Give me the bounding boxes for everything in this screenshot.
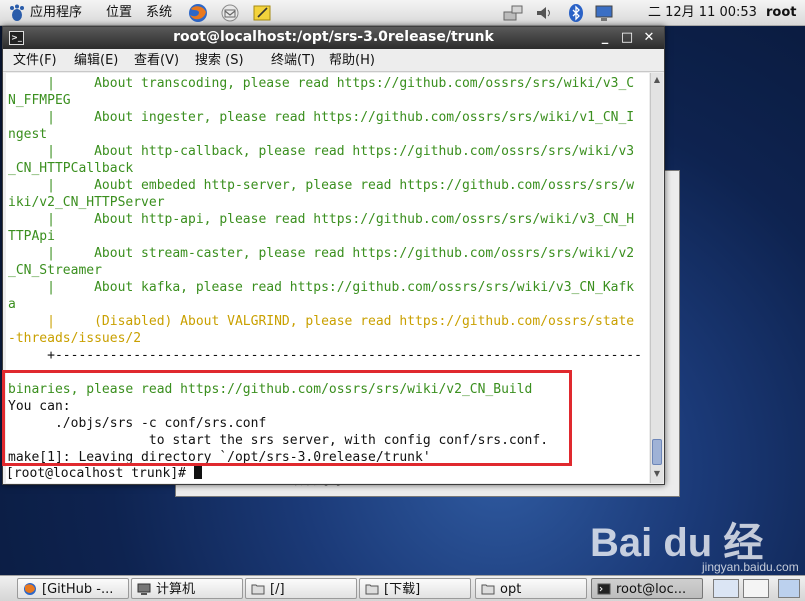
clock[interactable]: 二 12月 11 00:53 xyxy=(648,4,757,21)
bluetooth-icon[interactable] xyxy=(566,3,586,23)
terminal-line: +---------------------------------------… xyxy=(8,348,642,363)
terminal-icon xyxy=(597,582,611,595)
user-name[interactable]: root xyxy=(766,4,797,21)
mail-icon[interactable] xyxy=(220,3,240,23)
terminal-line: | (Disabled) About VALGRIND, please read… xyxy=(8,314,635,329)
menu-terminal[interactable]: 终端(T) xyxy=(271,52,315,69)
terminal-line: a xyxy=(8,297,16,312)
task-root-folder[interactable]: [/] xyxy=(245,578,357,599)
menu-help[interactable]: 帮助(H) xyxy=(329,52,375,69)
folder-icon xyxy=(365,582,379,595)
terminal-line: | About transcoding, please read https:/… xyxy=(8,76,635,91)
terminal-titlebar[interactable]: >_ root@localhost:/opt/srs-3.0release/tr… xyxy=(3,27,664,49)
menu-applications[interactable]: 应用程序 xyxy=(30,4,82,21)
terminal-line: ngest xyxy=(8,127,48,142)
baidu-watermark: Bai du 经验 jingyan.baidu.com xyxy=(590,510,799,601)
terminal-prompt[interactable]: [root@localhost trunk]# xyxy=(6,465,649,483)
terminal-line: N_FFMPEG xyxy=(8,93,71,108)
firefox-icon[interactable] xyxy=(188,3,208,23)
workspace-1[interactable] xyxy=(713,579,739,598)
terminal-scrollbar[interactable]: ▲ ▼ xyxy=(650,73,663,483)
task-github[interactable]: [GitHub -... xyxy=(17,578,129,599)
menu-file[interactable]: 文件(F) xyxy=(13,52,57,69)
text-cursor xyxy=(193,465,202,479)
watermark-url: jingyan.baidu.com xyxy=(702,560,799,574)
task-computer[interactable]: 计算机 xyxy=(131,578,243,599)
terminal-line: | About ingester, please read https://gi… xyxy=(8,110,635,125)
volume-icon[interactable] xyxy=(534,3,554,23)
terminal-line: TTPApi xyxy=(8,229,55,244)
task-terminal[interactable]: root@loc... xyxy=(591,578,703,599)
firefox-icon xyxy=(23,582,37,595)
folder-icon xyxy=(481,582,495,595)
workspace-2[interactable] xyxy=(743,579,769,598)
window-title: root@localhost:/opt/srs-3.0release/trunk xyxy=(173,29,494,45)
computer-icon xyxy=(137,582,151,595)
folder-icon xyxy=(251,582,265,595)
task-opt-folder[interactable]: opt xyxy=(475,578,587,599)
top-panel: 应用程序 位置 系统 二 12月 11 00:53 root xyxy=(0,0,805,26)
foot-logo-icon[interactable] xyxy=(8,4,26,22)
prompt-text: [root@localhost trunk]# xyxy=(6,466,194,481)
display-icon[interactable] xyxy=(594,3,614,23)
network-icon[interactable] xyxy=(502,3,523,23)
menu-view[interactable]: 查看(V) xyxy=(134,52,179,69)
terminal-line: | Aoubt embeded http-server, please read… xyxy=(8,178,635,193)
minimize-icon[interactable]: _ xyxy=(597,30,613,46)
terminal-line: iki/v2_CN_HTTPServer xyxy=(8,195,165,210)
terminal-line: -threads/issues/2 xyxy=(8,331,142,346)
trash-icon[interactable] xyxy=(778,579,800,598)
task-downloads-folder[interactable]: [下载] xyxy=(359,578,471,599)
scroll-up-icon[interactable]: ▲ xyxy=(652,75,662,85)
scroll-thumb[interactable] xyxy=(652,439,662,465)
terminal-line: _CN_HTTPCallback xyxy=(8,161,134,176)
terminal-line: _CN_Streamer xyxy=(8,263,102,278)
maximize-icon[interactable]: □ xyxy=(619,30,635,46)
close-icon[interactable]: ✕ xyxy=(641,30,657,46)
terminal-line: | About kafka, please read https://githu… xyxy=(8,280,635,295)
scroll-down-icon[interactable]: ▼ xyxy=(652,469,662,479)
terminal-line: | About http-api, please read https://gi… xyxy=(8,212,635,227)
terminal-line: | About http-callback, please read https… xyxy=(8,144,635,159)
highlight-annotation-box xyxy=(2,370,572,466)
menu-places[interactable]: 位置 xyxy=(106,4,132,21)
menu-system[interactable]: 系统 xyxy=(146,4,172,21)
bottom-taskbar: [GitHub -... 计算机 [/] [下载] opt root@loc..… xyxy=(0,575,805,601)
notes-icon[interactable] xyxy=(252,3,272,23)
menu-search[interactable]: 搜索 (S) xyxy=(195,52,244,69)
terminal-menubar: 文件(F) 编辑(E) 查看(V) 搜索 (S) 终端(T) 帮助(H) xyxy=(3,49,664,72)
menu-edit[interactable]: 编辑(E) xyxy=(74,52,118,69)
terminal-line: | About stream-caster, please read https… xyxy=(8,246,635,261)
